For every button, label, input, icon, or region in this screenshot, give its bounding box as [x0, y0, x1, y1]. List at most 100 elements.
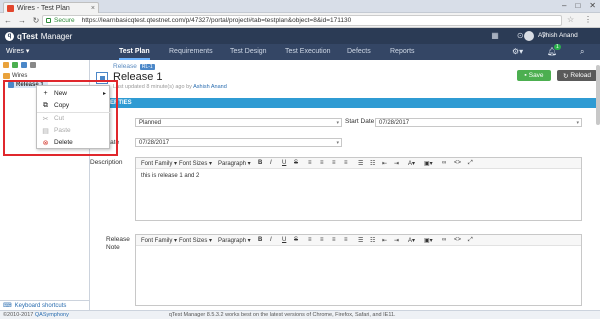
footer-note: qTest Manager 8.5.3.2 works best on the … [168, 312, 396, 318]
app-grid-icon[interactable]: ▦ [491, 31, 499, 40]
fullscreen-icon[interactable]: ⤢ [468, 160, 473, 167]
breadcrumb: Release RL-1 [113, 63, 155, 70]
add-item-icon[interactable] [12, 62, 18, 68]
back-arrow-icon[interactable]: ← [4, 16, 12, 25]
release-note-label: Release Note [106, 236, 130, 251]
user-name[interactable]: Ashish Anand [538, 32, 578, 39]
paste-icon: ▤ [42, 127, 49, 135]
menu-item-label: New [54, 90, 68, 97]
avatar[interactable] [524, 31, 534, 41]
release-note-editor[interactable]: Font Family ▾ Font Sizes ▾ Paragraph ▾ B… [135, 234, 582, 306]
font-family-dropdown[interactable]: Font Family ▾ [141, 160, 177, 167]
add-folder-icon[interactable] [3, 62, 9, 68]
start-date-field[interactable]: 07/28/2017 ▾ [375, 118, 582, 127]
italic-button[interactable]: I [270, 237, 272, 243]
align-center-icon[interactable]: ≡ [320, 237, 324, 243]
close-tab-icon[interactable]: × [91, 5, 95, 12]
copy-icon: ⧉ [43, 101, 48, 109]
minimize-icon[interactable]: – [562, 1, 566, 10]
numbered-list-icon[interactable]: ☷ [370, 160, 375, 167]
description-content[interactable]: this is release 1 and 2 [136, 169, 581, 183]
tab-test-execution[interactable]: Test Execution [285, 44, 331, 60]
align-right-icon[interactable]: ≡ [332, 237, 336, 243]
footer-company-link[interactable]: QASymphony [35, 312, 69, 318]
outdent-icon[interactable]: ⇤ [382, 160, 387, 167]
tab-defects[interactable]: Defects [347, 44, 371, 60]
highlight-color-icon[interactable]: ▣▾ [424, 160, 433, 167]
description-editor[interactable]: Font Family ▾ Font Sizes ▾ Paragraph ▾ B… [135, 157, 582, 221]
submenu-arrow-icon: ▸ [102, 91, 106, 97]
fullscreen-icon[interactable]: ⤢ [468, 237, 473, 244]
link-icon[interactable]: ∞ [442, 160, 446, 166]
bookmark-star-icon[interactable]: ☆ [567, 15, 574, 24]
font-sizes-dropdown[interactable]: Font Sizes ▾ [179, 237, 212, 244]
status-select[interactable]: Planned ▾ [135, 118, 342, 127]
bold-button[interactable]: B [258, 237, 262, 243]
scrollbar[interactable] [596, 65, 600, 125]
align-left-icon[interactable]: ≡ [308, 160, 312, 166]
filter-icon[interactable] [30, 62, 36, 68]
browser-tab[interactable]: Wires - Test Plan × [3, 2, 99, 13]
underline-button[interactable]: U [282, 237, 286, 243]
highlight-color-icon[interactable]: ▣▾ [424, 237, 433, 244]
refresh-icon[interactable]: ↻ [32, 16, 40, 25]
align-left-icon[interactable]: ≡ [308, 237, 312, 243]
menu-item-copy[interactable]: ⧉ Copy [37, 99, 111, 112]
search-icon[interactable]: ⌕ [580, 47, 584, 57]
release-note-content[interactable] [136, 246, 581, 254]
align-right-icon[interactable]: ≡ [332, 160, 336, 166]
code-icon[interactable]: <> [454, 237, 461, 243]
breadcrumb-release[interactable]: Release [113, 63, 137, 70]
font-family-dropdown[interactable]: Font Family ▾ [141, 237, 177, 244]
strike-button[interactable]: S [294, 160, 298, 166]
underline-button[interactable]: U [282, 160, 286, 166]
menu-item-label: Copy [54, 102, 70, 109]
project-selector[interactable]: Wires ▾ [6, 47, 29, 55]
menu-item-delete[interactable]: ⊗ Delete [37, 136, 111, 149]
download-icon[interactable]: ⊙ [517, 31, 524, 40]
save-icon: ▪ [524, 72, 527, 79]
end-date-field[interactable]: 07/28/2017 ▾ [135, 138, 342, 147]
properties-section-header[interactable]: PROPERTIES [90, 98, 598, 108]
reload-button[interactable]: ↻ Reload [557, 70, 597, 81]
bold-button[interactable]: B [258, 160, 262, 166]
browser-menu-icon[interactable]: ⋮ [584, 15, 592, 24]
text-color-icon[interactable]: A▾ [408, 160, 415, 167]
numbered-list-icon[interactable]: ☷ [370, 237, 375, 244]
reload-label: Reload [570, 72, 592, 79]
paragraph-dropdown[interactable]: Paragraph ▾ [218, 160, 251, 167]
indent-icon[interactable]: ⇥ [394, 237, 399, 244]
paragraph-dropdown[interactable]: Paragraph ▾ [218, 237, 251, 244]
move-icon[interactable] [21, 62, 27, 68]
indent-icon[interactable]: ⇥ [394, 160, 399, 167]
justify-icon[interactable]: ≡ [344, 160, 348, 166]
menu-item-label: Delete [54, 139, 73, 146]
page-title: Release 1 [113, 71, 163, 83]
maximize-icon[interactable]: □ [575, 1, 580, 10]
italic-button[interactable]: I [270, 160, 272, 166]
tree-root[interactable]: Wires [3, 73, 27, 79]
strike-button[interactable]: S [294, 237, 298, 243]
close-window-icon[interactable]: ✕ [589, 1, 596, 10]
bullet-list-icon[interactable]: ☰ [358, 160, 363, 167]
status-value: Planned [139, 120, 162, 126]
align-center-icon[interactable]: ≡ [320, 160, 324, 166]
last-updated-user[interactable]: Ashish Anand [193, 84, 227, 90]
bullet-list-icon[interactable]: ☰ [358, 237, 363, 244]
font-sizes-dropdown[interactable]: Font Sizes ▾ [179, 160, 212, 167]
code-icon[interactable]: <> [454, 160, 461, 166]
link-icon[interactable]: ∞ [442, 237, 446, 243]
tab-reports[interactable]: Reports [390, 44, 415, 60]
text-color-icon[interactable]: A▾ [408, 237, 415, 244]
justify-icon[interactable]: ≡ [344, 237, 348, 243]
gear-icon[interactable]: ⚙▾ [512, 47, 523, 56]
outdent-icon[interactable]: ⇤ [382, 237, 387, 244]
url-field[interactable]: Secure https://learnbasicqtest.qtestnet.… [42, 15, 562, 26]
app-header: q qTest Manager ▦ ⊙ ? Ashish Anand [0, 28, 600, 44]
keyboard-shortcuts-link[interactable]: ⌨ Keyboard shortcuts [0, 300, 90, 310]
tab-test-plan[interactable]: Test Plan [119, 44, 150, 60]
forward-arrow-icon[interactable]: → [18, 16, 26, 25]
tab-test-design[interactable]: Test Design [230, 44, 267, 60]
tab-requirements[interactable]: Requirements [169, 44, 213, 60]
save-button[interactable]: ▪ Save [517, 70, 551, 81]
